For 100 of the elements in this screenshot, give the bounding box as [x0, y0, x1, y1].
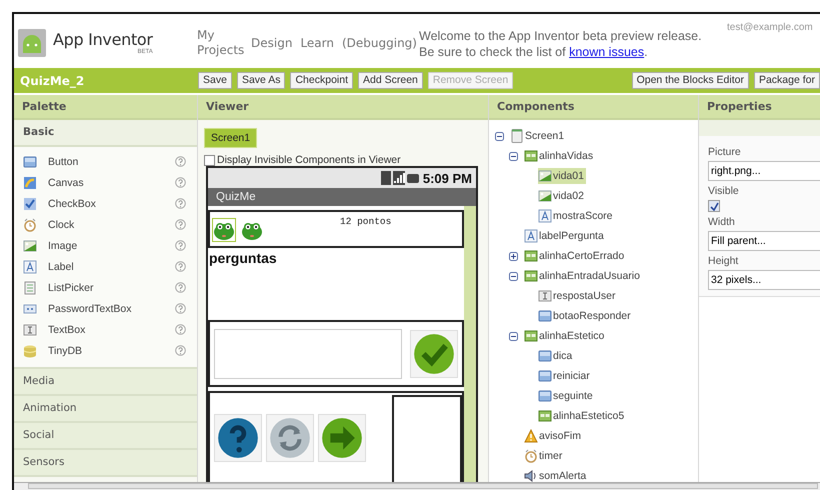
- clock-icon: [23, 218, 37, 232]
- canvas-icon: [23, 176, 37, 190]
- property-field[interactable]: right.png...: [708, 161, 820, 181]
- palette-item[interactable]: TinyDB: [48, 344, 175, 356]
- palette-category[interactable]: Animation: [14, 396, 197, 423]
- checkbox[interactable]: [204, 154, 215, 166]
- palette-item[interactable]: ListPicker: [48, 282, 175, 294]
- help-icon: [217, 416, 259, 458]
- button-icon: [538, 309, 552, 323]
- tree-item[interactable]: alinhaEntradaUsuario: [524, 268, 642, 284]
- toolbar-button[interactable]: Checkpoint: [290, 72, 353, 89]
- palette-item[interactable]: CheckBox: [48, 198, 175, 210]
- clock-icon: [524, 449, 538, 463]
- tree-item[interactable]: mostraScore: [538, 208, 615, 224]
- textbox-icon: [538, 289, 552, 303]
- score-label: 12 pontos: [340, 216, 392, 227]
- help-icon: [175, 198, 186, 209]
- panel-header: Viewer: [198, 95, 488, 120]
- screen-icon: [510, 129, 524, 143]
- toolbar-button[interactable]: Package for: [754, 72, 820, 89]
- list-icon: [23, 280, 37, 294]
- help-button[interactable]: [214, 414, 262, 462]
- tree-item[interactable]: labelPergunta: [524, 228, 606, 244]
- tree-item[interactable]: vida02: [538, 188, 586, 204]
- arrangement-icon: [524, 249, 538, 263]
- nav-link[interactable]: Learn: [300, 36, 334, 50]
- tree-item[interactable]: somAlerta: [524, 468, 588, 482]
- nav-link[interactable]: Design: [251, 36, 292, 50]
- password-icon: [23, 302, 37, 316]
- collapse-icon[interactable]: [509, 332, 518, 340]
- expand-icon[interactable]: [509, 252, 518, 260]
- tree-item[interactable]: reiniciar: [538, 368, 592, 384]
- toolbar-button[interactable]: Add Screen: [358, 72, 423, 89]
- tree-item[interactable]: respostaUser: [538, 288, 618, 304]
- nav-link[interactable]: My Projects: [197, 28, 243, 58]
- warning-icon: [524, 429, 538, 443]
- arrangement-icon: [538, 409, 552, 423]
- tree-item[interactable]: dica: [538, 348, 574, 364]
- toolbar-button[interactable]: Save As: [236, 72, 286, 89]
- tree-item[interactable]: Screen1: [510, 128, 566, 144]
- property-field[interactable]: 32 pixels...: [708, 270, 820, 290]
- palette-item[interactable]: Canvas: [48, 176, 175, 188]
- button-icon: [538, 349, 552, 363]
- help-icon: [175, 303, 186, 314]
- panel-header: Components: [489, 95, 698, 120]
- tree-item[interactable]: botaoResponder: [538, 308, 633, 324]
- property-label: Picture: [708, 146, 741, 158]
- label-icon: [538, 209, 552, 223]
- property-label: Width: [708, 216, 735, 228]
- palette-item[interactable]: Image: [48, 240, 175, 252]
- speaker-icon: [524, 469, 538, 482]
- question-label: perguntas: [208, 249, 278, 268]
- button-icon: [23, 154, 37, 168]
- panel-header: Properties: [699, 95, 820, 120]
- tree-item[interactable]: avisoFim: [524, 428, 584, 444]
- tree-item[interactable]: seguinte: [538, 388, 595, 404]
- collapse-icon[interactable]: [495, 132, 504, 140]
- palette-item[interactable]: Button: [48, 156, 175, 168]
- palette-category[interactable]: Media: [14, 369, 197, 396]
- help-icon: [175, 156, 186, 167]
- property-field[interactable]: Fill parent...: [708, 231, 820, 251]
- arrow-button[interactable]: [318, 414, 366, 462]
- tree-item[interactable]: timer: [524, 448, 564, 464]
- help-icon: [175, 177, 186, 188]
- check-button[interactable]: [410, 330, 458, 378]
- palette-item[interactable]: PasswordTextBox: [48, 302, 175, 314]
- palette-category[interactable]: Sensors: [14, 450, 197, 477]
- nav-link[interactable]: (Debugging): [342, 36, 417, 50]
- tree-item[interactable]: alinhaVidas: [524, 148, 596, 164]
- arrangement-icon: [524, 329, 538, 343]
- toolbar-button[interactable]: Open the Blocks Editor: [632, 72, 749, 89]
- property-label: Visible: [708, 185, 739, 197]
- project-name: QuizMe_2: [19, 74, 86, 88]
- help-icon: [175, 261, 186, 272]
- palette-category[interactable]: Social: [14, 423, 197, 450]
- app-title-bar: QuizMe: [208, 188, 476, 206]
- checkmark-icon: [710, 202, 718, 210]
- tree-item[interactable]: vida01: [538, 168, 586, 184]
- user-email: test@example.com: [727, 22, 813, 33]
- panel-header: Palette: [14, 95, 197, 120]
- tree-item[interactable]: alinhaEstetico: [524, 328, 606, 344]
- horizontal-scrollbar[interactable]: [14, 482, 820, 490]
- screen-tab[interactable]: Screen1: [204, 128, 258, 148]
- collapse-icon[interactable]: [509, 152, 518, 160]
- toolbar-button[interactable]: Save: [198, 72, 232, 89]
- collapse-icon[interactable]: [509, 272, 518, 280]
- help-icon: [175, 282, 186, 293]
- app-name: App Inventor: [53, 31, 153, 49]
- palette-item[interactable]: Clock: [48, 218, 175, 230]
- tree-item[interactable]: alinhaEstetico5: [538, 408, 626, 424]
- checkbox[interactable]: [708, 200, 720, 212]
- refresh-button[interactable]: [266, 414, 314, 462]
- checkbox-label: Display Invisible Components in Viewer: [217, 154, 401, 166]
- tree-item[interactable]: alinhaCertoErrado: [524, 248, 626, 264]
- palette-category[interactable]: Basic: [14, 120, 197, 147]
- answer-field[interactable]: [214, 328, 402, 378]
- button-icon: [538, 389, 552, 403]
- palette-item[interactable]: TextBox: [48, 324, 175, 336]
- known-issues-link[interactable]: known issues: [569, 45, 644, 59]
- palette-item[interactable]: Label: [48, 260, 175, 272]
